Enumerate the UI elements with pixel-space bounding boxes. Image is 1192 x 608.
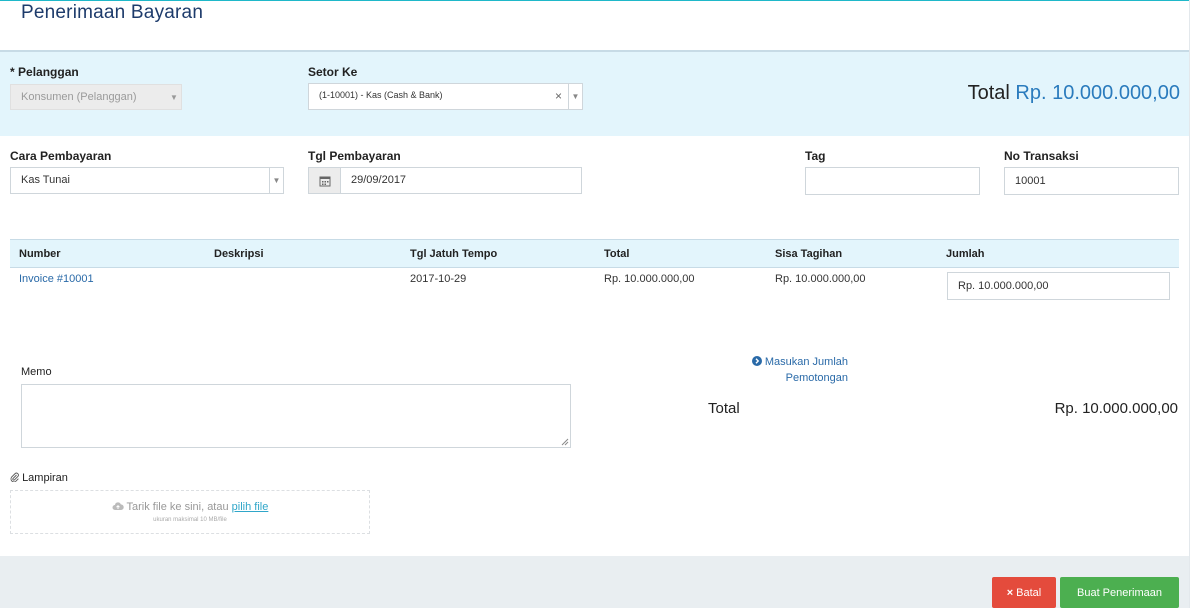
create-receipt-button[interactable]: Buat Penerimaan xyxy=(1060,577,1179,608)
col-description: Deskripsi xyxy=(214,248,264,260)
attachment-label-text: Lampiran xyxy=(22,472,68,484)
chevron-right-circle-icon xyxy=(751,356,762,366)
cancel-button-label: Batal xyxy=(1016,586,1042,599)
right-border xyxy=(1189,0,1190,608)
amount-value: Rp. 10.000.000,00 xyxy=(958,280,1049,292)
chevron-down-icon: ▼ xyxy=(568,84,582,109)
transaction-no-label: No Transaksi xyxy=(1004,149,1079,163)
total-bottom-amount: Rp. 10.000.000,00 xyxy=(1054,400,1178,417)
row-due-date: 2017-10-29 xyxy=(410,273,467,285)
resize-handle-icon[interactable] xyxy=(561,438,569,446)
payment-date-label: Tgl Pembayaran xyxy=(308,149,401,163)
payment-method-select[interactable]: Kas Tunai ▼ xyxy=(10,167,284,194)
payment-date-input[interactable]: 29/09/2017 xyxy=(308,167,582,194)
paperclip-icon xyxy=(10,472,19,483)
deposit-to-label: Setor Ke xyxy=(308,65,358,79)
customer-select: Konsumen (Pelanggan) ▼ xyxy=(10,84,182,110)
chevron-down-icon: ▼ xyxy=(269,168,283,193)
pick-file-link[interactable]: pilih file xyxy=(232,501,269,513)
clear-icon[interactable]: × xyxy=(555,89,562,103)
col-amount: Jumlah xyxy=(946,248,985,260)
invoice-link[interactable]: Invoice #10001 xyxy=(19,273,94,285)
payment-method-label: Cara Pembayaran xyxy=(10,149,112,163)
discount-link-line1: Masukan Jumlah xyxy=(764,356,848,368)
transaction-no-input[interactable]: 10001 xyxy=(1004,167,1179,195)
size-hint: ukuran maksimal 10 MB/file xyxy=(153,517,227,523)
page-title: Penerimaan Bayaran xyxy=(21,2,204,23)
cloud-upload-icon xyxy=(112,502,124,510)
row-total: Rp. 10.000.000,00 xyxy=(604,273,695,285)
tag-input[interactable] xyxy=(805,167,980,195)
transaction-no-value: 10001 xyxy=(1015,175,1046,187)
invoice-table-header: Number Deskripsi Tgl Jatuh Tempo Total S… xyxy=(10,239,1179,268)
required-mark: * xyxy=(10,65,15,79)
discount-link[interactable]: Masukan Jumlah Pemotongan xyxy=(742,354,848,386)
discount-link-line2: Pemotongan xyxy=(785,372,848,384)
create-receipt-label: Buat Penerimaan xyxy=(1077,586,1162,599)
payment-method-value: Kas Tunai xyxy=(21,174,70,186)
cancel-button[interactable]: × Batal xyxy=(992,577,1056,608)
file-dropzone[interactable]: Tarik file ke sini, atau pilih file ukur… xyxy=(10,490,370,534)
calendar-icon[interactable] xyxy=(309,168,341,193)
memo-label: Memo xyxy=(21,366,52,378)
col-remaining: Sisa Tagihan xyxy=(775,248,843,260)
customer-label-text: Pelanggan xyxy=(18,65,79,79)
total-bottom-label: Total xyxy=(708,400,740,417)
deposit-to-value: (1-10001) - Kas (Cash & Bank) xyxy=(319,90,443,100)
page-header: Penerimaan Bayaran xyxy=(0,0,1190,52)
tag-label: Tag xyxy=(805,149,826,163)
memo-textarea[interactable] xyxy=(21,384,571,448)
total-top: Total Rp. 10.000.000,00 xyxy=(968,82,1180,105)
close-icon: × xyxy=(1006,586,1014,599)
total-top-label: Total xyxy=(967,82,1010,104)
attachment-label: Lampiran xyxy=(10,472,68,484)
drop-text: Tarik file ke sini, atau xyxy=(126,501,229,513)
col-number: Number xyxy=(19,248,61,260)
customer-select-value: Konsumen (Pelanggan) xyxy=(21,91,137,103)
chevron-down-icon: ▼ xyxy=(170,92,178,102)
amount-input[interactable]: Rp. 10.000.000,00 xyxy=(947,272,1170,300)
total-top-amount: Rp. 10.000.000,00 xyxy=(1015,82,1180,104)
payment-date-value: 29/09/2017 xyxy=(351,174,407,186)
row-remaining: Rp. 10.000.000,00 xyxy=(775,273,866,285)
col-total: Total xyxy=(604,248,630,260)
customer-label: * Pelanggan xyxy=(10,65,79,79)
deposit-to-select[interactable]: (1-10001) - Kas (Cash & Bank) × ▼ xyxy=(308,83,583,110)
col-due-date: Tgl Jatuh Tempo xyxy=(410,248,498,260)
